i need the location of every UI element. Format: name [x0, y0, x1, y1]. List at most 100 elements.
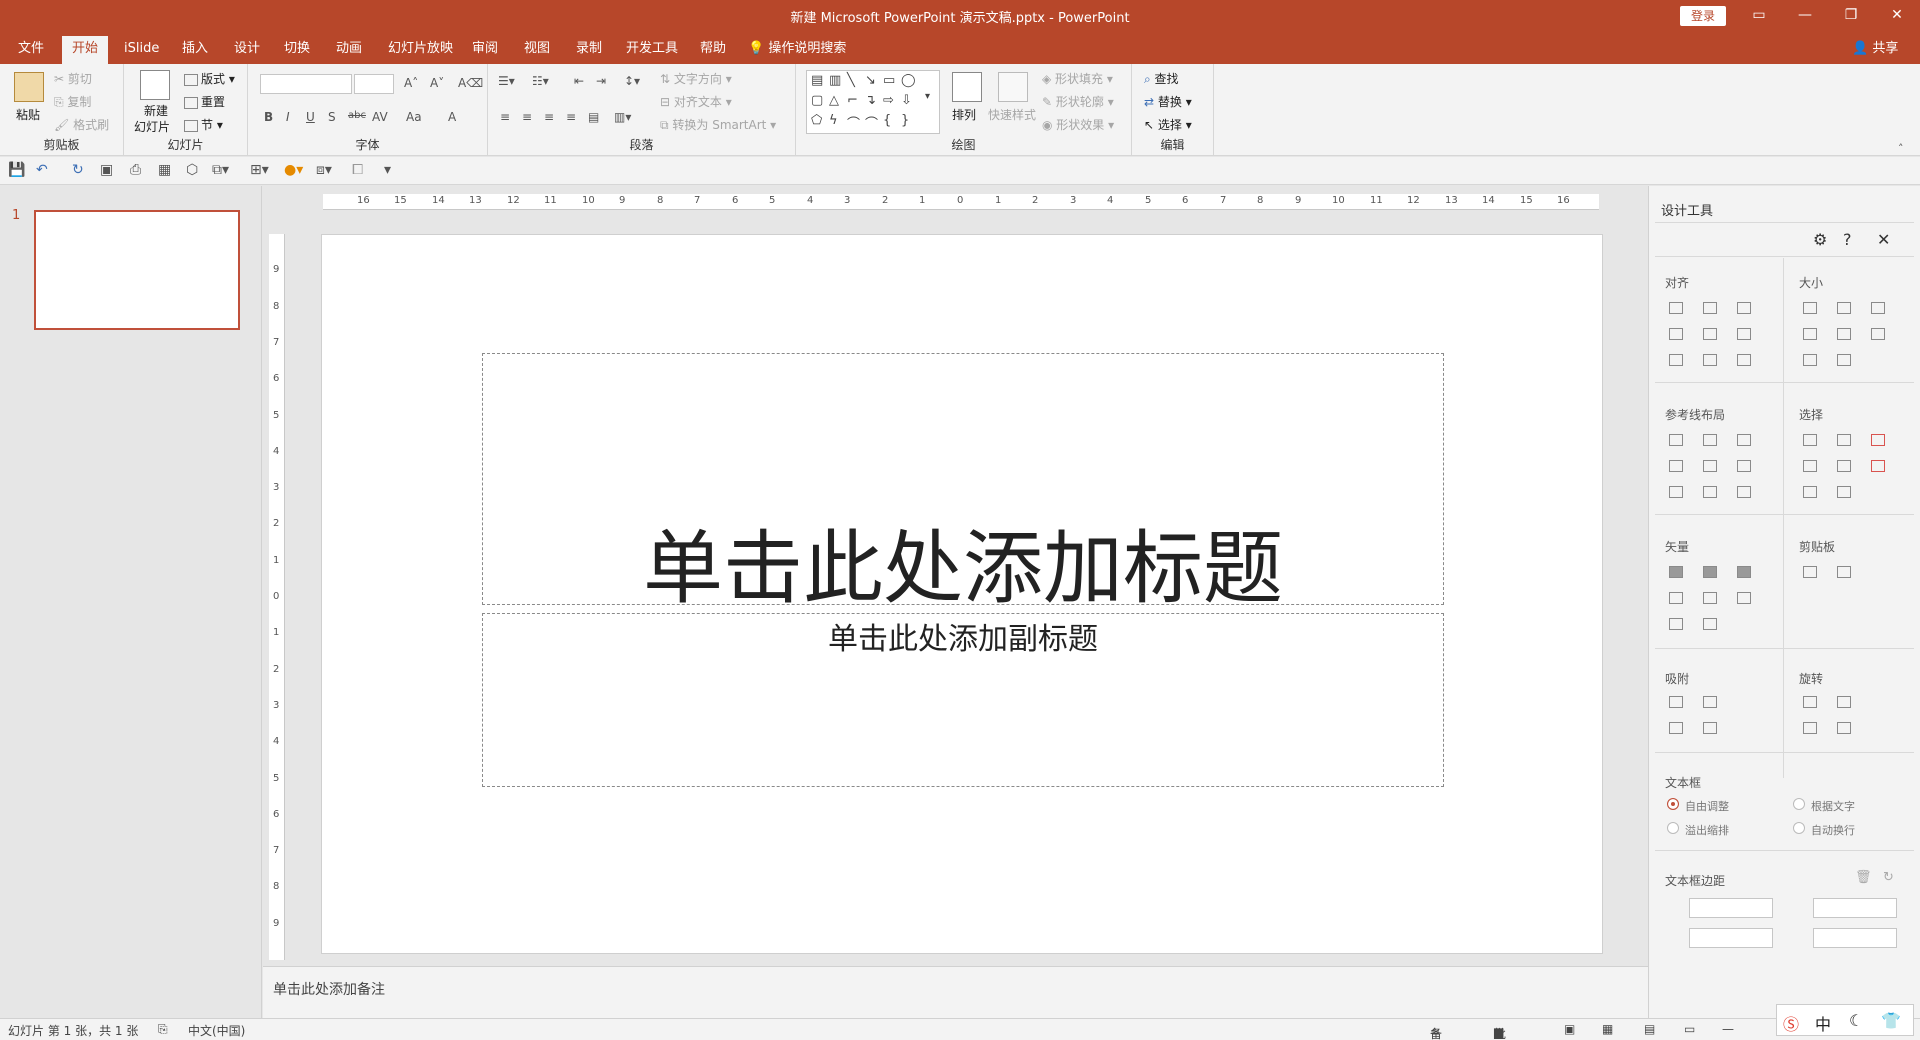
decrease-indent-icon[interactable]: ⇤ [574, 74, 584, 88]
find-button[interactable]: ⌕ 查找 [1144, 70, 1179, 87]
shape-fill-button[interactable]: ◈ 形状填充 ▾ [1042, 70, 1113, 87]
select-same-color-icon[interactable] [1871, 434, 1885, 446]
tell-me-search[interactable]: 💡 操作说明搜索 [748, 36, 846, 64]
paste-attr-icon[interactable] [1837, 566, 1851, 578]
align-right-icon[interactable]: ≡ [544, 110, 554, 124]
collapse-ribbon-icon[interactable]: ˄ [1898, 142, 1904, 155]
close-icon[interactable]: ✕ [1874, 0, 1920, 32]
align-right-obj-icon[interactable] [1737, 302, 1751, 314]
stretch-right-icon[interactable] [1837, 328, 1851, 340]
sorter-view-icon[interactable]: ▦ [1602, 1022, 1613, 1036]
right-arrow-shape-icon[interactable]: ⇨ [883, 93, 894, 108]
auto-wrap-radio[interactable] [1793, 822, 1805, 834]
align-middle-obj-icon[interactable] [1703, 328, 1717, 340]
slide-count-status[interactable]: 幻灯片 第 1 张，共 1 张 [8, 1022, 138, 1039]
char-spacing-button[interactable]: AV [372, 110, 388, 124]
fragment-icon[interactable] [1737, 566, 1751, 578]
present-icon[interactable]: ▣ [100, 162, 113, 178]
cut-button[interactable]: ✂ 剪切 [54, 70, 92, 87]
guide-right-icon[interactable] [1737, 434, 1751, 446]
tab-insert[interactable]: 插入 [172, 36, 218, 64]
guide-fit-icon[interactable] [1737, 486, 1751, 498]
margin-right-input[interactable] [1813, 898, 1897, 918]
font-size-combo[interactable] [354, 74, 394, 94]
textbox-shape-icon[interactable]: ▤ [811, 73, 823, 88]
tab-home[interactable]: 开始 [62, 36, 109, 64]
shadow-button[interactable]: S [328, 110, 336, 124]
tab-record[interactable]: 录制 [566, 36, 612, 64]
left-brace-shape-icon[interactable]: { [883, 113, 891, 128]
gallery-more-icon[interactable]: ▾ [925, 91, 930, 102]
vector-copy-icon[interactable] [1703, 618, 1717, 630]
stretch-left-icon[interactable] [1803, 328, 1817, 340]
guide-center-icon[interactable] [1703, 434, 1717, 446]
align-top-obj-icon[interactable] [1669, 328, 1683, 340]
merge-shapes-icon[interactable]: ⧠ [352, 162, 363, 178]
slide-canvas[interactable]: 单击此处添加标题 单击此处添加副标题 [321, 234, 1603, 954]
refresh-icon[interactable]: ↻ [1883, 870, 1894, 885]
color-dot-icon[interactable]: ●▾ [284, 162, 303, 178]
rounded-rect-shape-icon[interactable]: ▢ [811, 93, 823, 108]
tab-view[interactable]: 视图 [514, 36, 560, 64]
paste-icon[interactable] [14, 72, 44, 102]
spellcheck-icon[interactable]: ⎘ [158, 1022, 168, 1037]
notes-pane[interactable]: 单击此处添加备注 [263, 966, 1648, 1018]
undo-icon[interactable]: ↶ [36, 162, 48, 178]
auto-adjust-radio[interactable] [1667, 798, 1679, 810]
shapes-gallery[interactable]: ▤ ▥ ╲ ↘ ▭ ◯ ▢ △ ⌐ ↴ ⇨ ⇩ ⬠ ϟ ⌒ ⌒ { } ▾ [806, 70, 940, 134]
align-center-obj-icon[interactable] [1703, 302, 1717, 314]
help-icon[interactable]: ? [1843, 230, 1852, 249]
edit-points-icon[interactable] [1737, 592, 1751, 604]
minimize-icon[interactable]: — [1782, 0, 1828, 32]
freeform-shape-icon[interactable]: ⬠ [811, 113, 822, 128]
arrange-objects-icon[interactable]: ⧈▾ [316, 162, 332, 178]
line-spacing-icon[interactable]: ↕▾ [624, 74, 640, 88]
select-top-icon[interactable] [1803, 460, 1817, 472]
align-center-icon[interactable]: ≡ [522, 110, 532, 124]
guide-top-icon[interactable] [1669, 460, 1683, 472]
union-icon[interactable] [1669, 566, 1683, 578]
smartart-button[interactable]: ⧉ 转换为 SmartArt ▾ [660, 116, 776, 133]
font-color-button[interactable]: A [448, 110, 456, 124]
oval-shape-icon[interactable]: ◯ [901, 73, 916, 88]
tab-file[interactable]: 文件 [8, 36, 54, 64]
normal-view-icon[interactable]: ▣ [1564, 1022, 1575, 1036]
guide-middle-icon[interactable] [1703, 460, 1717, 472]
stretch-bottom-icon[interactable] [1837, 354, 1851, 366]
tab-islide[interactable]: iSlide [114, 36, 169, 64]
fit-text-radio[interactable] [1793, 798, 1805, 810]
font-name-combo[interactable] [260, 74, 352, 94]
text-direction-button[interactable]: ⇅ 文字方向 ▾ [660, 70, 732, 87]
quick-styles-icon[interactable] [998, 72, 1028, 102]
shapes-icon[interactable]: ⬡ [186, 162, 198, 178]
select-bottom-icon[interactable] [1803, 486, 1817, 498]
layout-button[interactable]: 版式 ▾ [184, 70, 235, 87]
vtextbox-shape-icon[interactable]: ▥ [829, 73, 841, 88]
change-case-button[interactable]: Aa [406, 110, 422, 124]
rotate-right-icon[interactable] [1837, 696, 1851, 708]
tab-transitions[interactable]: 切换 [274, 36, 320, 64]
align-left-obj-icon[interactable] [1669, 302, 1683, 314]
copy-attr-icon[interactable] [1803, 566, 1817, 578]
format-painter-button[interactable]: 🖌 格式刷 [54, 116, 109, 133]
subtract-icon[interactable] [1703, 592, 1717, 604]
share-button[interactable]: 👤 共享 [1852, 36, 1898, 64]
increase-font-icon[interactable]: A˄ [404, 76, 418, 90]
overflow-radio[interactable] [1667, 822, 1679, 834]
guide-width-icon[interactable] [1669, 486, 1683, 498]
trash-icon[interactable]: 🗑 [1855, 870, 1872, 885]
shape-outline-button[interactable]: ✎ 形状轮廓 ▾ [1042, 93, 1114, 110]
arc-shape-icon[interactable]: ⌒ [865, 113, 878, 132]
tab-review[interactable]: 审阅 [462, 36, 508, 64]
section-button[interactable]: 节 ▾ [184, 116, 223, 133]
rotate-left-icon[interactable] [1803, 696, 1817, 708]
new-slide-icon[interactable] [140, 70, 170, 100]
flip-h-icon[interactable] [1803, 722, 1817, 734]
align-left-icon[interactable]: ≡ [500, 110, 510, 124]
same-width-icon[interactable] [1803, 302, 1817, 314]
lightning-shape-icon[interactable]: ϟ [829, 113, 838, 128]
margin-top-input[interactable] [1689, 928, 1773, 948]
slide-thumbnail[interactable] [34, 210, 240, 330]
guide-left-icon[interactable] [1669, 434, 1683, 446]
tab-design[interactable]: 设计 [224, 36, 270, 64]
